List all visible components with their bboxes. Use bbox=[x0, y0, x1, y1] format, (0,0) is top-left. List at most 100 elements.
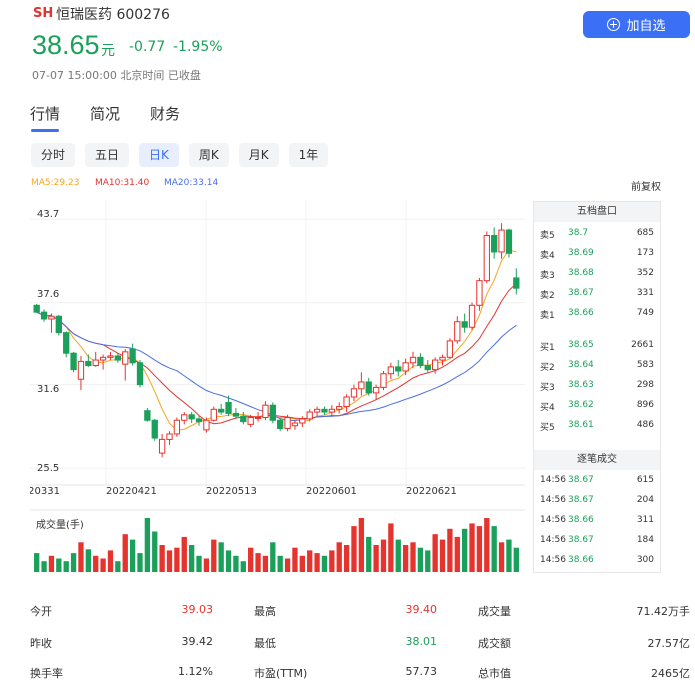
volume-bar bbox=[476, 526, 483, 572]
candle-body bbox=[439, 356, 446, 361]
candle-body bbox=[225, 401, 232, 414]
stat-value: 39.03 bbox=[181, 603, 214, 616]
candle-body bbox=[151, 419, 158, 439]
candle-body bbox=[498, 229, 505, 253]
adjust-mode-button[interactable]: 前复权 bbox=[631, 178, 661, 193]
candle-body bbox=[33, 304, 40, 313]
trade-row-label: 14:56 bbox=[540, 495, 566, 505]
stat-value: 57.73 bbox=[405, 665, 438, 678]
period-monthly-k[interactable]: 月K bbox=[238, 143, 279, 167]
period-weekly-k[interactable]: 周K bbox=[188, 143, 229, 167]
ask-row-price: 38.66 bbox=[568, 308, 594, 318]
candle-body bbox=[210, 408, 217, 421]
ma5-line bbox=[36, 249, 517, 431]
volume-bar bbox=[188, 545, 195, 572]
candle-body bbox=[166, 433, 173, 440]
candle-body bbox=[181, 414, 188, 421]
candle-body bbox=[284, 417, 291, 429]
candle-body bbox=[92, 359, 99, 367]
candle-body bbox=[63, 332, 70, 354]
candle-body bbox=[254, 417, 262, 420]
stat-value: 27.57亿 bbox=[647, 637, 691, 650]
candle-body bbox=[380, 373, 387, 388]
main-tabs: 行情 简况 财务 bbox=[30, 103, 180, 132]
tab-quote[interactable]: 行情 bbox=[30, 103, 60, 132]
candle-body bbox=[77, 360, 85, 380]
volume-bar bbox=[255, 553, 261, 572]
price-unit: 元 bbox=[101, 43, 115, 59]
stat-label: 换手率 bbox=[30, 667, 63, 680]
period-daily-k[interactable]: 日K bbox=[139, 143, 179, 167]
candle-body bbox=[48, 315, 55, 320]
volume-bar bbox=[70, 553, 77, 572]
volume-bar bbox=[85, 549, 91, 572]
period-intraday[interactable]: 分时 bbox=[31, 143, 76, 167]
add-watchlist-button[interactable]: 加自选 bbox=[583, 11, 690, 38]
candle-body bbox=[476, 280, 483, 306]
candle-body bbox=[70, 352, 77, 371]
y-tick-label: 31.6 bbox=[37, 384, 60, 395]
ask-row-label: 卖5 bbox=[540, 231, 555, 241]
bid-row-price: 38.61 bbox=[568, 420, 594, 430]
volume-bar bbox=[299, 555, 305, 572]
volume-bar bbox=[447, 528, 453, 572]
period-selector: 分时 五日 日K 周K 月K 1年 bbox=[31, 143, 329, 167]
volume-bar bbox=[225, 550, 232, 572]
volume-bar bbox=[314, 553, 320, 572]
trade-row-volume: 184 bbox=[636, 535, 654, 545]
order-book-title: 五档盘口 bbox=[534, 202, 660, 222]
candle-body bbox=[306, 411, 313, 420]
volume-bar bbox=[240, 561, 246, 572]
candle-body bbox=[195, 418, 203, 423]
stat-label: 昨收 bbox=[30, 637, 52, 650]
stat-value: 39.42 bbox=[181, 635, 214, 648]
volume-bar bbox=[351, 526, 357, 572]
volume-bar bbox=[78, 542, 84, 572]
candle-body bbox=[240, 415, 247, 423]
candle-body bbox=[365, 381, 372, 394]
candle-body bbox=[129, 348, 136, 364]
candle-body bbox=[122, 351, 129, 365]
bid-row-label: 买5 bbox=[540, 423, 555, 433]
volume-bar bbox=[366, 536, 372, 572]
period-5day[interactable]: 五日 bbox=[85, 143, 130, 167]
candle-body bbox=[328, 408, 335, 413]
volume-bar bbox=[284, 558, 291, 572]
stat-value: 1.12% bbox=[178, 665, 213, 678]
period-1year[interactable]: 1年 bbox=[288, 143, 329, 167]
volume-bar bbox=[166, 550, 173, 572]
y-tick-label: 37.6 bbox=[37, 289, 60, 300]
volume-bar bbox=[107, 550, 114, 572]
tab-finance[interactable]: 财务 bbox=[150, 103, 180, 124]
volume-bar bbox=[196, 555, 202, 572]
candle-body bbox=[350, 388, 358, 398]
trades-title: 逐笔成交 bbox=[534, 450, 660, 470]
stat-value: 71.42万手 bbox=[636, 605, 691, 618]
trade-row-price: 38.66 bbox=[568, 555, 594, 565]
market-badge: SH bbox=[33, 6, 54, 21]
y-tick-label: 25.5 bbox=[37, 463, 60, 474]
trade-row: 14:56 38.67 184 bbox=[534, 532, 660, 548]
volume-bar bbox=[307, 550, 313, 572]
candle-body bbox=[446, 340, 454, 358]
trade-row-volume: 311 bbox=[636, 515, 654, 525]
x-tick-label: 20220421 bbox=[106, 486, 157, 497]
ask-row-volume: 685 bbox=[636, 228, 654, 238]
ask-row-price: 38.67 bbox=[568, 288, 594, 298]
volume-bar bbox=[410, 542, 416, 572]
candle-body bbox=[491, 235, 498, 253]
trade-row-label: 14:56 bbox=[540, 555, 566, 565]
stock-name: 恒瑞医药 bbox=[56, 7, 112, 23]
trade-row: 14:56 38.66 300 bbox=[534, 552, 660, 568]
kline-chart[interactable] bbox=[30, 200, 530, 575]
candle-body bbox=[372, 386, 380, 394]
tab-profile[interactable]: 简况 bbox=[90, 103, 120, 124]
candle-body bbox=[454, 321, 461, 342]
volume-bar bbox=[115, 561, 121, 572]
ask-row-price: 38.69 bbox=[568, 248, 594, 258]
volume-bar bbox=[321, 555, 328, 572]
trade-row-price: 38.66 bbox=[568, 515, 594, 525]
stat-label: 市盈(TTM) bbox=[254, 667, 308, 680]
volume-bar bbox=[34, 553, 40, 572]
bid-row: 买3 38.63 298 bbox=[534, 377, 660, 393]
